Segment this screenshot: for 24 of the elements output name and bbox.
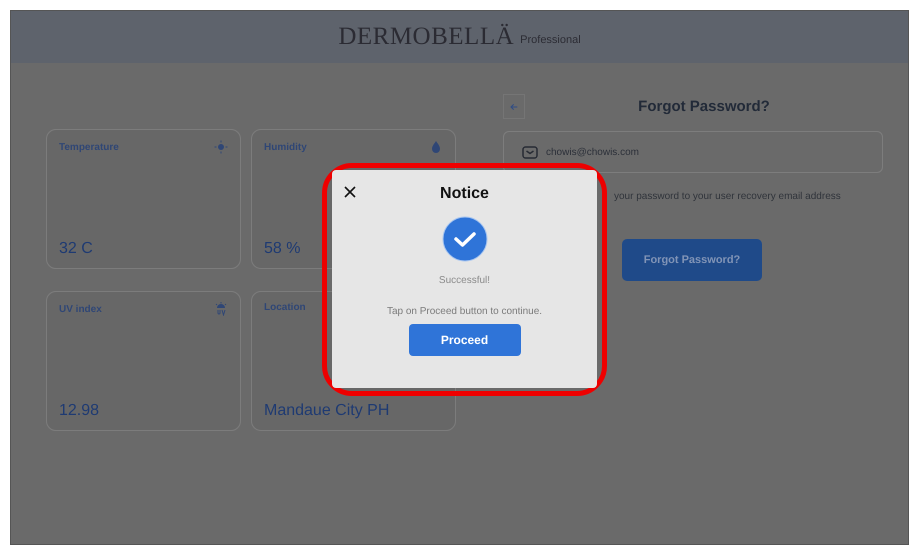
forgot-password-button[interactable]: Forgot Password? [622,239,762,281]
envelope-icon [522,146,538,158]
drop-icon [429,140,443,154]
card-label: Humidity [264,142,307,152]
card-label: UV index [59,304,102,314]
brand-logo: DERMOBELLÄ [338,23,514,51]
uv-sun-icon [214,302,228,316]
brand-subtitle: Professional [520,34,581,46]
back-arrow-icon [510,102,518,112]
sun-icon [214,140,228,154]
check-circle-icon [442,216,488,262]
card-value: Mandaue City PH [264,402,390,420]
card-value: 32 C [59,240,94,258]
instruction-text: your password to your user recovery email address [614,191,842,202]
card-label: Location [264,302,306,313]
dialog-title: Notice [440,185,489,203]
close-icon[interactable] [344,186,356,198]
card-value: 12.98 [59,402,100,420]
page-title: Forgot Password? [637,98,771,115]
status-text: Successful! [438,275,490,286]
card-value: 58 % [264,240,302,258]
proceed-button[interactable]: Proceed [408,324,520,356]
dialog-message: Tap on Proceed button to continue. [386,306,542,317]
card-label: Temperature [59,142,119,152]
